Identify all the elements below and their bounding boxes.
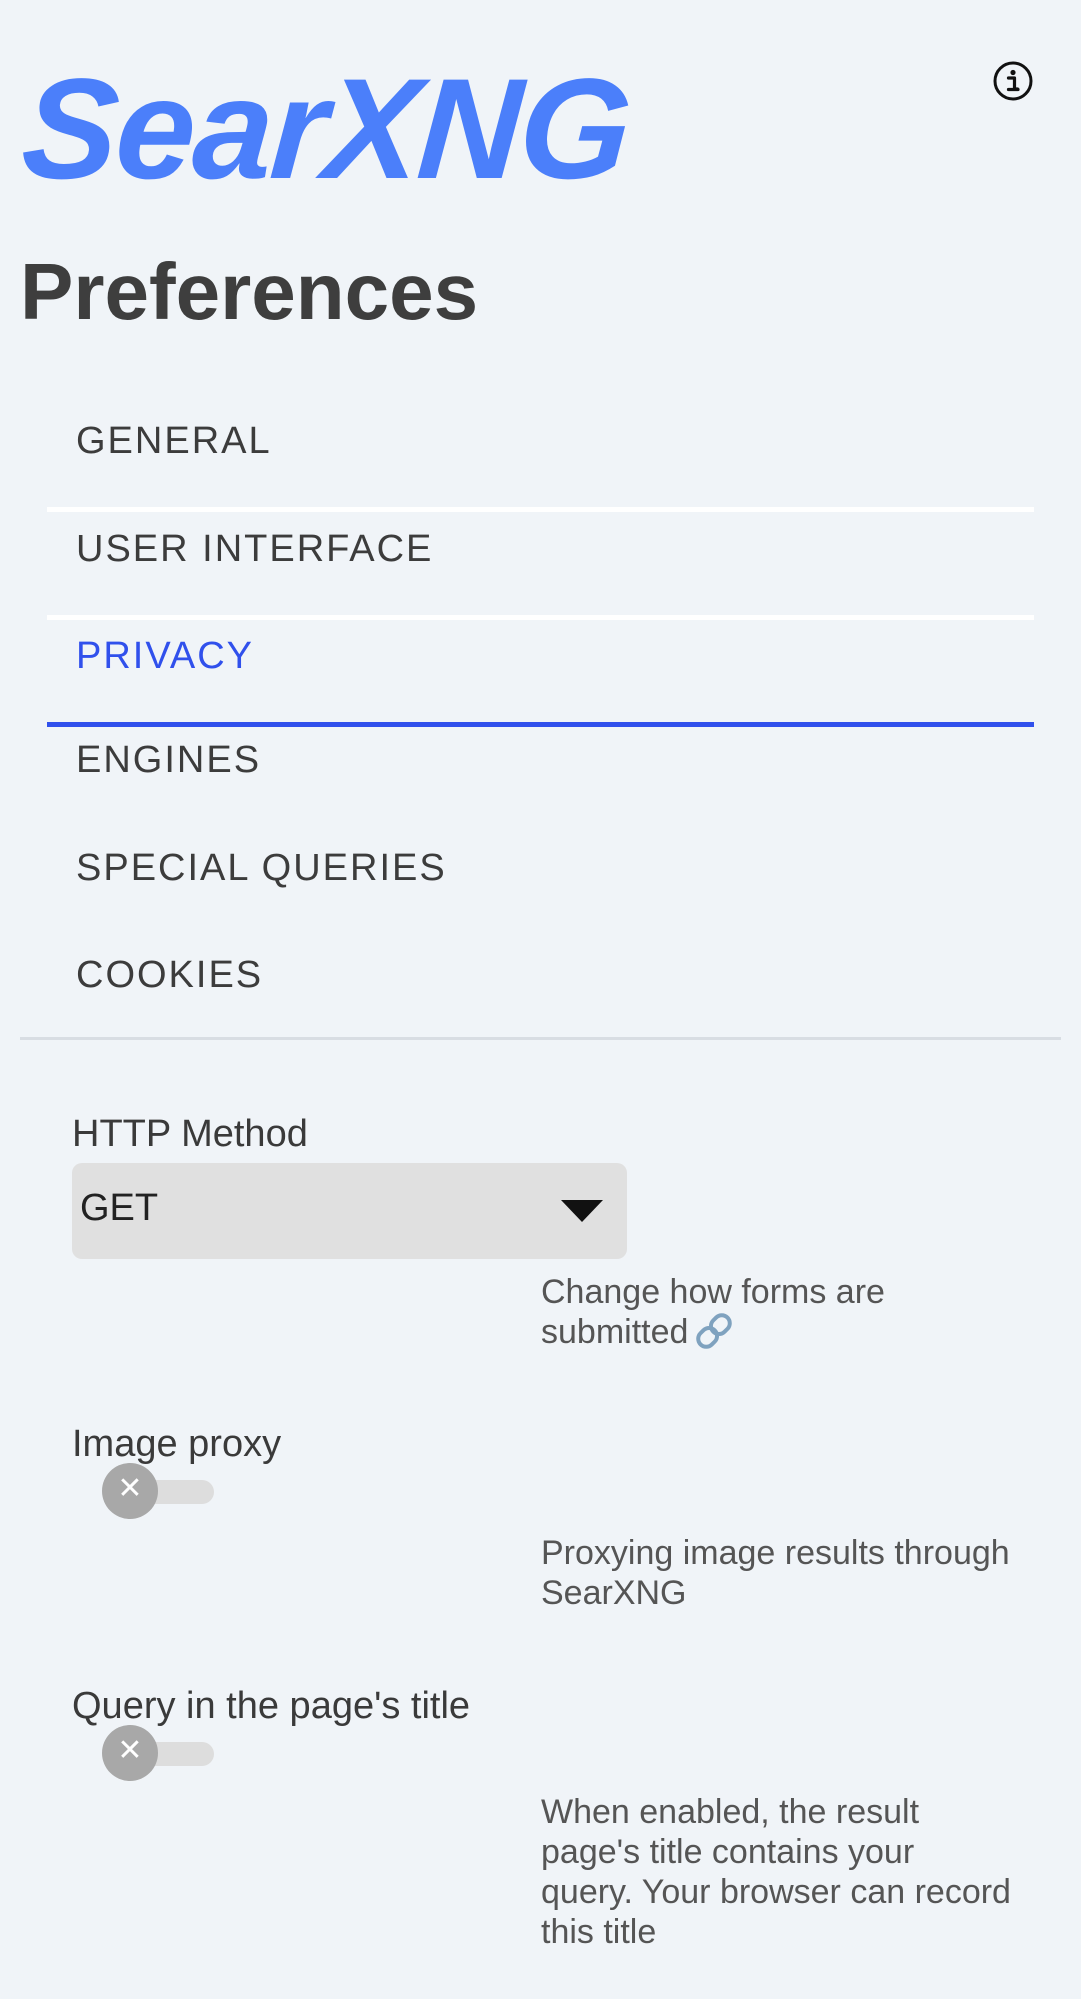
query-in-title-description: When enabled, the result page's title co… bbox=[541, 1793, 1011, 1951]
tab-cookies-label: COOKIES bbox=[76, 954, 264, 996]
query-in-title-label: Query in the page's title bbox=[72, 1685, 471, 1727]
tab-privacy-label: PRIVACY bbox=[76, 635, 255, 677]
http-method-description: Change how forms are submitted bbox=[541, 1272, 1011, 1358]
image-proxy-toggle[interactable]: ✕ bbox=[100, 1463, 215, 1519]
query-in-title-toggle[interactable]: ✕ bbox=[100, 1725, 215, 1781]
tabs-divider bbox=[20, 1037, 1061, 1040]
close-icon: ✕ bbox=[102, 1725, 158, 1781]
tab-engines-label: ENGINES bbox=[76, 739, 262, 781]
image-proxy-label: Image proxy bbox=[72, 1423, 282, 1465]
http-method-value: GET bbox=[80, 1187, 159, 1229]
tab-general[interactable]: GENERAL bbox=[47, 400, 1034, 512]
tab-special-queries[interactable]: SPECIAL QUERIES bbox=[47, 827, 1034, 934]
tab-special-queries-label: SPECIAL QUERIES bbox=[76, 847, 447, 889]
close-icon: ✕ bbox=[102, 1463, 158, 1519]
tab-general-label: GENERAL bbox=[76, 420, 272, 462]
http-method-select[interactable]: GET bbox=[72, 1163, 627, 1259]
tab-user-interface-label: USER INTERFACE bbox=[76, 528, 434, 570]
chevron-down-icon bbox=[561, 1200, 603, 1222]
info-icon[interactable] bbox=[993, 61, 1033, 101]
tab-cookies[interactable]: COOKIES bbox=[47, 934, 1034, 1041]
http-method-label: HTTP Method bbox=[72, 1113, 308, 1155]
link-icon[interactable] bbox=[694, 1313, 734, 1358]
image-proxy-description: Proxying image results through SearXNG bbox=[541, 1534, 1010, 1612]
page-title: Preferences bbox=[20, 247, 479, 336]
tab-privacy[interactable]: PRIVACY bbox=[47, 615, 1034, 727]
tab-engines[interactable]: ENGINES bbox=[47, 719, 1034, 826]
tab-user-interface[interactable]: USER INTERFACE bbox=[47, 508, 1034, 620]
searxng-logo[interactable]: SearXNG bbox=[17, 50, 634, 209]
